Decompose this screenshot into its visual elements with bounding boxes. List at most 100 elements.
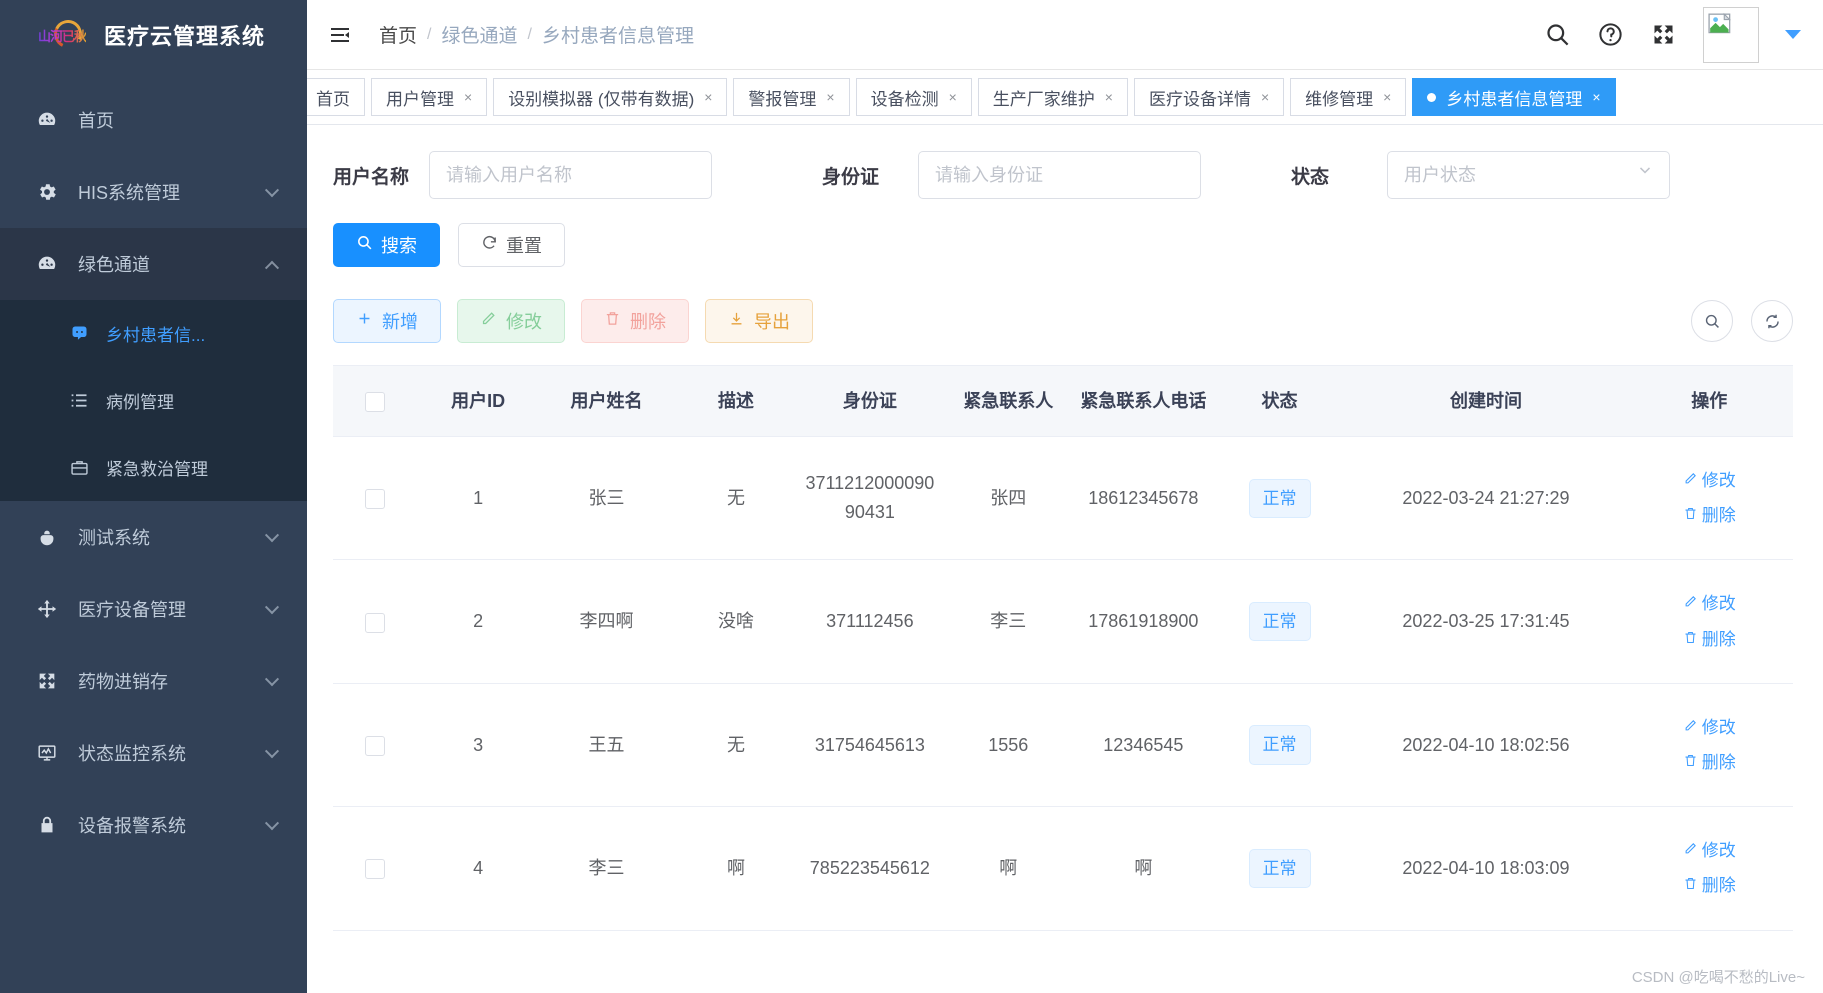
sidebar-item-emergency-treatment[interactable]: 紧急救治管理 (0, 434, 307, 501)
table-row[interactable]: 4 李三啊 785223545612 啊啊正常 2022-04-10 18:03:09 修… (333, 806, 1793, 931)
tab-item[interactable]: 设别模拟器 (仅带有数据) × (493, 78, 728, 116)
row-edit-link[interactable]: 修改 (1632, 833, 1787, 868)
tab-item[interactable]: 用户管理 × (371, 78, 488, 116)
add-button[interactable]: 新增 (333, 299, 441, 343)
tab-label: 生产厂家维护 (992, 89, 1095, 109)
tab-close-icon[interactable]: × (1383, 90, 1391, 104)
row-checkbox[interactable] (365, 612, 386, 633)
tab-item[interactable]: 首页 (307, 78, 365, 116)
tab-close-icon[interactable]: × (464, 90, 472, 104)
help-icon[interactable] (1597, 21, 1624, 48)
avatar[interactable] (1703, 6, 1759, 63)
search-button[interactable]: 搜索 (333, 223, 440, 267)
reset-button-label: 重置 (506, 236, 542, 256)
filter-username: 用户名称 (333, 151, 712, 199)
actions-cell: 修改 删除 (1625, 559, 1793, 684)
search-icon (356, 234, 373, 256)
sidebar-item-home[interactable]: 首页 (0, 84, 307, 156)
breadcrumb: 首页 / 绿色通道 / 乡村患者信息管理 (379, 21, 694, 48)
search-circle-icon[interactable] (1691, 300, 1733, 342)
table-header-created: 创建时间 (1346, 366, 1626, 438)
pencil-icon (1683, 837, 1698, 864)
sidebar-item-case-management[interactable]: 病例管理 (0, 367, 307, 434)
actions-cell: 修改删除 (1625, 806, 1793, 931)
tab-item[interactable]: 生产厂家维护 × (977, 78, 1128, 116)
breadcrumb-separator: / (527, 25, 532, 43)
brand-logo-icon: 山河已秋 (38, 16, 90, 52)
tab-close-icon[interactable]: × (949, 90, 957, 104)
tab-item[interactable]: 警报管理 × (733, 78, 850, 116)
tab-close-icon[interactable]: × (826, 90, 834, 104)
tab-item[interactable]: 医疗设备详情 × (1133, 78, 1285, 116)
tab-item[interactable]: 乡村患者信息管理 × (1412, 78, 1616, 116)
row-edit-link[interactable]: 修改 (1632, 463, 1787, 498)
tab-label: 设备检测 (870, 89, 939, 109)
reset-button[interactable]: 重置 (458, 223, 565, 267)
row-edit-link[interactable]: 修改 (1632, 586, 1787, 621)
tab-close-icon[interactable]: × (1592, 90, 1600, 104)
refresh-circle-icon[interactable] (1751, 300, 1793, 342)
row-checkbox[interactable] (365, 735, 386, 756)
row-checkbox[interactable] (365, 859, 386, 880)
sidebar-subitem-label: 乡村患者信... (106, 326, 206, 345)
fullscreen-icon[interactable] (1650, 21, 1677, 48)
sidebar-item-village-patient-info[interactable]: 乡村患者信... (0, 300, 307, 367)
hamburger-icon[interactable] (327, 22, 353, 48)
cell-created: 2022-03-25 17:31:45 (1346, 559, 1626, 684)
filter-label-idcard: 身份证 (822, 166, 880, 188)
breadcrumb-separator: / (427, 25, 432, 43)
tab-active-dot (1427, 92, 1437, 102)
row-checkbox[interactable] (365, 489, 386, 510)
cell-name: 王五 (538, 683, 675, 808)
search-input-username[interactable] (429, 151, 712, 199)
topbar: 首页 / 绿色通道 / 乡村患者信息管理 (307, 0, 1823, 70)
cell-contact: 1556 (942, 683, 1075, 808)
row-delete-link[interactable]: 删除 (1632, 868, 1787, 903)
export-button[interactable]: 导出 (705, 299, 813, 343)
sidebar-item-device-alarm[interactable]: 设备报警系统 (0, 789, 307, 861)
table-header-actions: 操作 (1625, 366, 1793, 438)
table-row[interactable]: 3 王五无 31754645613 1556 12346545 正常 2022-04-10 … (333, 683, 1793, 808)
sidebar-item-status-monitor[interactable]: 状态监控系统 (0, 717, 307, 789)
chevron-down-icon[interactable] (1785, 30, 1801, 39)
tab-close-icon[interactable]: × (1261, 90, 1269, 104)
sidebar-logo[interactable]: 山河已秋 医疗云管理系统 (0, 0, 307, 70)
search-icon[interactable] (1544, 21, 1571, 48)
status-select[interactable] (1387, 151, 1670, 199)
table-header-contact: 紧急联系人 (942, 366, 1075, 438)
breadcrumb-item-green-channel[interactable]: 绿色通道 (441, 21, 517, 48)
row-delete-link[interactable]: 删除 (1632, 745, 1787, 780)
tab-close-icon[interactable]: × (1105, 90, 1113, 104)
row-edit-link[interactable]: 修改 (1632, 710, 1787, 745)
sidebar-item-medical-device-management[interactable]: 医疗设备管理 (0, 573, 307, 645)
table-row[interactable]: 2 李四啊 没啥 371112456 李三 17861918900 正常 2022-03-25… (333, 559, 1793, 684)
cell-idcard: 371112456 (797, 559, 943, 684)
user-face-icon (64, 323, 94, 344)
tab-close-icon[interactable]: × (704, 90, 712, 104)
row-delete-link[interactable]: 删除 (1632, 498, 1787, 533)
cell-contact: 张四 (942, 436, 1075, 561)
tab-label: 医疗设备详情 (1148, 89, 1251, 109)
sidebar-item-green-channel[interactable]: 绿色通道 (0, 228, 307, 300)
sidebar-item-test-system[interactable]: 测试系统 (0, 501, 307, 573)
edit-button[interactable]: 修改 (457, 299, 565, 343)
tab-item[interactable]: 设备检测 × (855, 78, 972, 116)
cell-id: 3 (417, 683, 539, 808)
table-row[interactable]: 1 张三无 371121200009090431 张四 18612345678 正常 202… (333, 436, 1793, 561)
breadcrumb-item-home[interactable]: 首页 (379, 21, 417, 48)
cell-contact_phone: 啊 (1074, 806, 1213, 931)
cell-idcard: 371121200009090431 (797, 436, 943, 561)
search-input-idcard[interactable] (918, 151, 1201, 199)
sidebar-subitem-label: 紧急救治管理 (106, 460, 208, 479)
search-button-label: 搜索 (381, 236, 417, 256)
row-delete-link[interactable]: 删除 (1632, 622, 1787, 657)
sidebar-item-his[interactable]: HIS系统管理 (0, 156, 307, 228)
select-all-checkbox[interactable] (365, 392, 386, 413)
sidebar-item-drug-inventory[interactable]: 药物进销存 (0, 645, 307, 717)
table-header-name: 用户姓名 (538, 366, 675, 438)
tab-item[interactable]: 维修管理 × (1290, 78, 1407, 116)
tab-label: 首页 (316, 89, 350, 109)
row-edit-link-label: 修改 (1701, 841, 1736, 861)
row-select-cell (333, 436, 418, 561)
delete-button[interactable]: 删除 (581, 299, 689, 343)
